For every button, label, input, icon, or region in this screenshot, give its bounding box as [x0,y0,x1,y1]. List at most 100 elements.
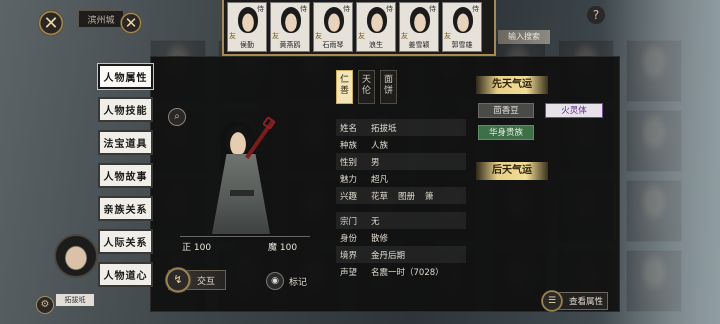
side-tab[interactable]: 人物道心 [98,262,153,287]
info-key: 性别 [340,157,358,168]
companion-portrait [453,7,473,33]
help-icon[interactable]: ? [587,6,605,24]
companion-name: 侯勤 [240,41,254,49]
companion-name: 浪生 [369,41,383,49]
vertical-tab-char: 善 [339,86,349,96]
companion-portrait [324,7,344,33]
info-value: 名震一时（7028） [368,266,454,278]
companion-card[interactable]: 侍友郭雪雄 [442,2,482,52]
info-row: 宗门 无 [336,212,466,229]
interest-item: 箫 [425,191,434,202]
info-row: 种族 人族 [336,136,466,153]
search-tag[interactable]: 输入搜索 [498,30,550,44]
info-value-text: 拓拔坻 [371,123,397,134]
close-button[interactable]: ✕ [38,10,64,36]
info-value: 金丹后期 [368,249,415,261]
side-tab[interactable]: 人际关系 [98,229,153,254]
companion-name: 黄燕鸥 [279,41,301,49]
view-attributes-button[interactable]: ☰ 查看属性 [541,290,608,312]
info-value-text: 超凡 [371,174,389,185]
companion-tag: 侍 [386,5,393,13]
info-key: 兴趣 [340,191,358,202]
side-tab[interactable]: 法宝道具 [98,130,153,155]
companion-name: 石雨琴 [322,41,344,49]
side-tab[interactable]: 亲族关系 [98,196,153,221]
vertical-tab[interactable]: 面饼 [380,70,397,104]
figure-sash [230,190,254,196]
vertical-tab[interactable]: 仁善 [336,70,353,104]
companion-name: 姜雪颖 [408,41,430,49]
location-label: 滨州城 [78,10,124,28]
list-icon: ☰ [541,290,563,312]
companion-card[interactable]: 侍友姜雪颖 [399,2,439,52]
info-key: 姓名 [340,123,358,134]
info-row: 性别 男 [336,153,466,170]
vertical-tab-char: 饼 [383,86,393,96]
character-figure [196,116,286,236]
info-value: 拓拔坻 [368,122,407,134]
info-key: 种族 [340,140,358,151]
info-value: 散修 [368,232,398,244]
top-portrait-strip: 侍友侯勤侍友黄燕鸥侍友石雨琴侍友浪生侍友姜雪颖侍友郭雪雄 [222,0,496,56]
interest-item: 图册 [398,191,416,202]
info-list: 姓名 拓拔坻 种族 人族 性别男魅力 超凡 兴趣 花草 图册箫宗门无身份 散修 境界 金丹后期 声望 名震… [336,119,466,280]
companion-seal: 友 [272,32,279,40]
trait-badge[interactable]: 华身贵族 [478,125,534,140]
mark-button[interactable]: ◉ 标记 [266,272,307,290]
info-value: 人族 [368,139,398,151]
companion-tag: 侍 [257,5,264,13]
vertical-tab-char: 天 [361,75,371,85]
companion-name: 郭雪雄 [451,41,473,49]
side-tab[interactable]: 人物技能 [98,97,153,122]
figure-head [226,126,250,154]
companion-portrait [238,7,258,33]
info-row: 声望 名震一时（7028） [336,263,466,280]
companion-card[interactable]: 侍友黄燕鸥 [270,2,310,52]
avatar-name-tag: 拓拔坻 [56,294,94,306]
companion-seal: 友 [315,32,322,40]
view-attributes-label: 查看属性 [568,297,603,307]
info-row: 兴趣 花草 图册箫 [336,187,466,204]
vertical-tab[interactable]: 天伦 [358,70,375,104]
gear-icon[interactable]: ⚙ [36,296,54,314]
righteous-stat: 正 100 [182,243,212,253]
info-value-text: 人族 [371,140,389,151]
companion-tag: 侍 [429,5,436,13]
companion-portrait [281,7,301,33]
info-row: 魅力 超凡 [336,170,466,187]
side-tab[interactable]: 人物属性 [98,64,153,89]
companion-card[interactable]: 侍友浪生 [356,2,396,52]
info-row: 身份 散修 [336,229,466,246]
companion-seal: 友 [229,32,236,40]
player-avatar[interactable] [54,234,98,278]
companion-tag: 侍 [472,5,479,13]
side-tab[interactable]: 人物故事 [98,163,153,188]
search-icon[interactable]: ⌕ [168,108,186,126]
info-value-text: 散修 [371,233,389,244]
info-key: 境界 [340,250,358,261]
trait-badge[interactable]: 火灵体 [545,103,603,118]
demonic-stat: 魔 100 [268,243,298,253]
vertical-tab-char: 伦 [361,86,371,96]
trait-badge[interactable]: 茴香豆 [478,103,534,118]
info-value: 无 [368,215,390,227]
interact-button[interactable]: ↯ 交互 [165,267,226,293]
companion-portrait [410,7,430,33]
companion-card[interactable]: 侍友侯勤 [227,2,267,52]
innate-fortune-title: 先天气运 [476,76,548,94]
side-tab-list: 人物属性人物技能法宝道具人物故事亲族关系人际关系人物道心 [98,64,154,295]
companion-seal: 友 [401,32,408,40]
vertical-tab-char: 面 [383,75,393,85]
close-icon[interactable]: ✕ [120,12,142,34]
companion-card[interactable]: 侍友石雨琴 [313,2,353,52]
companion-seal: 友 [444,32,451,40]
eye-icon: ◉ [266,272,284,290]
info-key: 宗门 [340,216,358,227]
info-key: 声望 [340,267,358,278]
companion-portrait [367,7,387,33]
vertical-tab-char: 仁 [339,75,349,85]
acquired-fortune-title: 后天气运 [476,162,548,180]
interact-icon: ↯ [165,267,191,293]
info-value: 花草 图册箫 [368,190,444,202]
info-value-text: 名震一时（7028） [371,267,444,278]
